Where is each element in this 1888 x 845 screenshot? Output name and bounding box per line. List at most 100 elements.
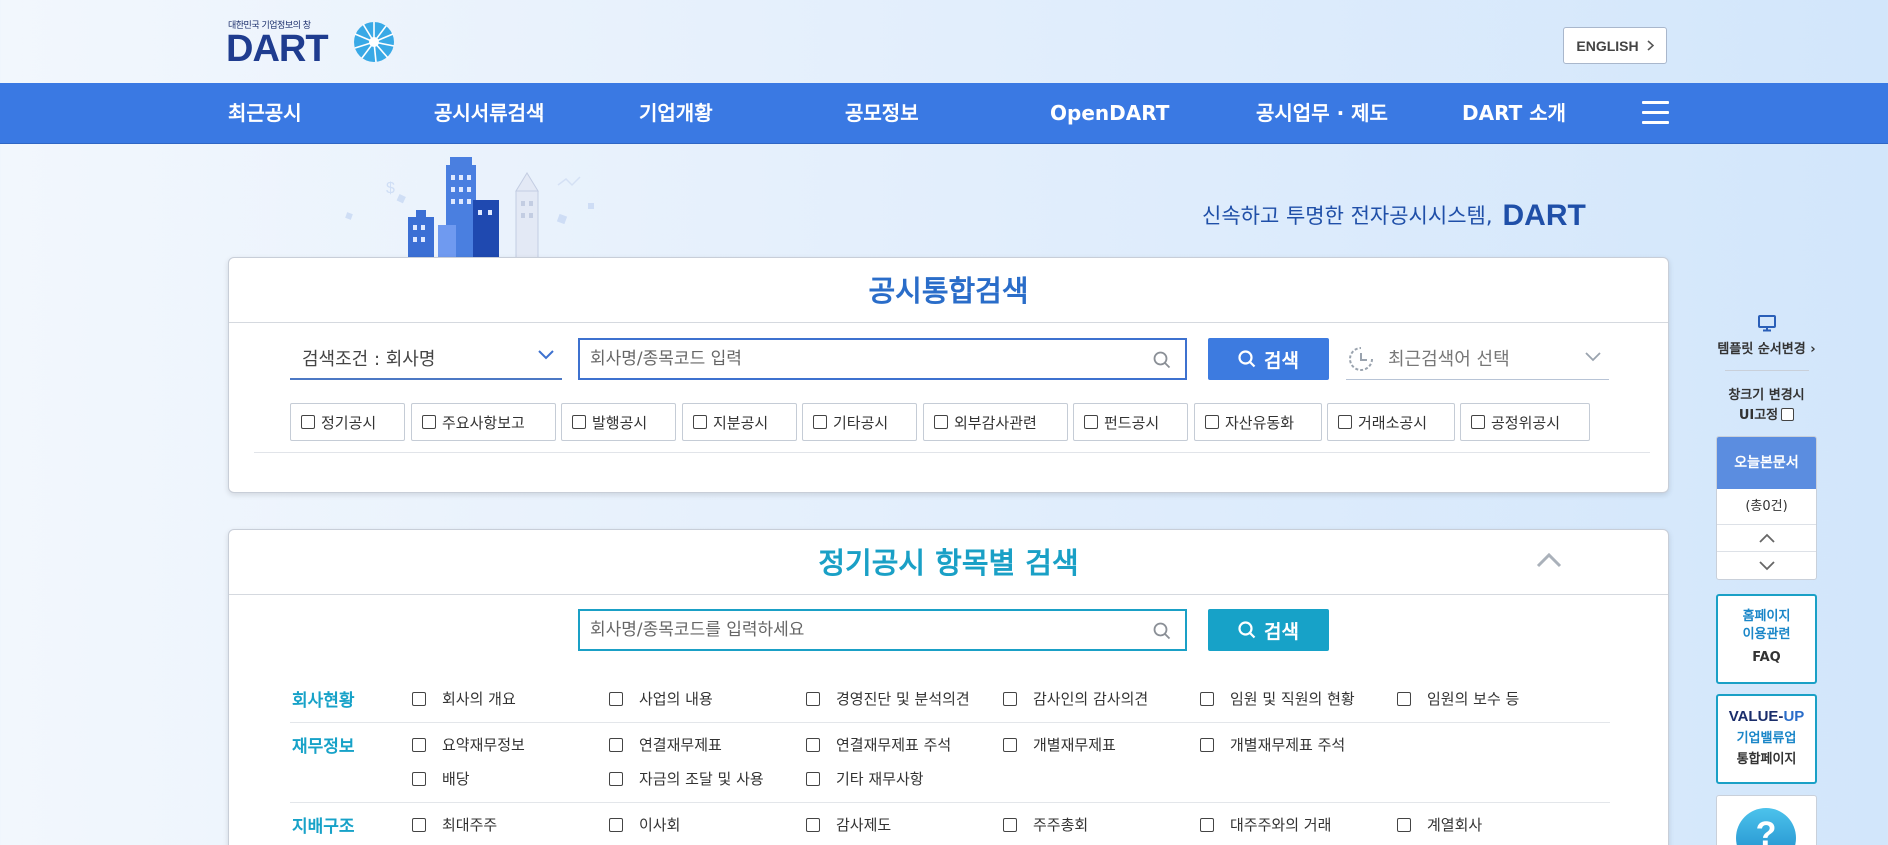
checkbox[interactable]	[1205, 415, 1219, 429]
category-company-status: 회사현황	[292, 691, 355, 711]
english-button[interactable]: ENGLISH	[1563, 27, 1667, 64]
nav-item-opendart[interactable]: OpenDART	[1050, 83, 1169, 144]
filter-external-audit[interactable]: 외부감사관련	[923, 403, 1068, 441]
item-shareholders-meeting[interactable]: 주주총회	[1003, 814, 1088, 835]
checkbox[interactable]	[609, 817, 623, 832]
checkbox[interactable]	[412, 691, 426, 706]
recent-search-select[interactable]: 최근검색어 선택	[1346, 336, 1609, 380]
item-officer-compensation[interactable]: 임원의 보수 등	[1397, 688, 1519, 709]
item-other-financial[interactable]: 기타 재무사항	[806, 768, 924, 789]
item-board[interactable]: 이사회	[609, 814, 680, 835]
filter-exchange[interactable]: 거래소공시	[1327, 403, 1455, 441]
item-largest-shareholder[interactable]: 최대주주	[412, 814, 497, 835]
scroll-down-button[interactable]	[1717, 552, 1816, 579]
checkbox[interactable]	[609, 771, 623, 786]
checkbox[interactable]	[1471, 415, 1485, 429]
help-icon[interactable]: ?	[1736, 808, 1796, 845]
ui-fix-label-line2: UI고정	[1738, 408, 1779, 423]
nav-item-disclosure-system[interactable]: 공시업무 · 제도	[1256, 83, 1388, 144]
item-management-analysis[interactable]: 경영진단 및 분석의견	[806, 688, 970, 709]
filter-issuance[interactable]: 발행공시	[561, 403, 676, 441]
periodic-search-button[interactable]: 검색	[1208, 609, 1329, 651]
today-viewed-docs: 오늘본문서 (총0건)	[1716, 436, 1817, 580]
hamburger-menu-icon[interactable]	[1642, 101, 1669, 125]
checkbox[interactable]	[572, 415, 586, 429]
ui-fix-toggle: 창크기 변경시 UI고정	[1716, 386, 1817, 426]
checkbox[interactable]	[806, 817, 820, 832]
faq-line1: 홈페이지	[1742, 609, 1791, 624]
item-audit-system[interactable]: 감사제도	[806, 814, 891, 835]
item-separate-fs[interactable]: 개별재무제표	[1003, 734, 1116, 755]
checkbox[interactable]	[934, 415, 948, 429]
checkbox[interactable]	[412, 771, 426, 786]
filter-fund[interactable]: 펀드공시	[1073, 403, 1188, 441]
checkbox[interactable]	[1200, 817, 1214, 832]
template-order-button[interactable]: 템플릿 순서변경 ›	[1716, 314, 1817, 357]
nav-item-recent-disclosure[interactable]: 최근공시	[228, 83, 302, 144]
nav-item-about-dart[interactable]: DART 소개	[1462, 83, 1566, 144]
checkbox[interactable]	[412, 737, 426, 752]
checkbox[interactable]	[609, 737, 623, 752]
search-condition-select[interactable]: 검색조건 : 회사명	[290, 336, 562, 380]
checkbox[interactable]	[1003, 691, 1017, 706]
chevron-up-icon	[1758, 533, 1775, 543]
checkbox[interactable]	[609, 691, 623, 706]
nav-item-document-search[interactable]: 공시서류검색	[434, 83, 544, 144]
filter-ftc[interactable]: 공정위공시	[1460, 403, 1590, 441]
checkbox[interactable]	[301, 415, 315, 429]
checkbox[interactable]	[693, 415, 707, 429]
checkbox[interactable]	[813, 415, 827, 429]
search-button[interactable]: 검색	[1208, 338, 1329, 380]
item-major-shareholder-transactions[interactable]: 대주주와의 거래	[1200, 814, 1331, 835]
filter-securitization[interactable]: 자산유동화	[1194, 403, 1322, 441]
item-affiliates[interactable]: 계열회사	[1397, 814, 1482, 835]
filter-periodic[interactable]: 정기공시	[290, 403, 405, 441]
ui-fix-label-line1: 창크기 변경시	[1728, 388, 1805, 403]
scroll-up-button[interactable]	[1717, 525, 1816, 552]
checkbox[interactable]	[1200, 691, 1214, 706]
item-consolidated-fs-notes[interactable]: 연결재무제표 주석	[806, 734, 951, 755]
english-button-label: ENGLISH	[1576, 37, 1639, 54]
logo-wordmark: DART	[226, 28, 329, 70]
periodic-item-search-panel: 정기공시 항목별 검색 검색 회사현황 회사의 개요 사업의 내용 경영진단 및…	[228, 529, 1669, 845]
faq-link[interactable]: 홈페이지 이용관련 FAQ	[1716, 594, 1817, 684]
periodic-search-input[interactable]	[590, 618, 1130, 642]
checkbox[interactable]	[1397, 817, 1411, 832]
checkbox[interactable]	[1003, 817, 1017, 832]
periodic-search-title: 정기공시 항목별 검색	[229, 530, 1668, 595]
checkbox[interactable]	[1084, 415, 1098, 429]
checkbox[interactable]	[806, 771, 820, 786]
item-separate-fs-notes[interactable]: 개별재무제표 주석	[1200, 734, 1345, 755]
checkbox[interactable]	[422, 415, 436, 429]
chevron-up-icon[interactable]	[1535, 550, 1563, 570]
checkbox[interactable]	[806, 737, 820, 752]
item-business-content[interactable]: 사업의 내용	[609, 688, 713, 709]
logo-burst-icon	[354, 22, 395, 63]
checkbox[interactable]	[1397, 691, 1411, 706]
item-company-overview[interactable]: 회사의 개요	[412, 688, 516, 709]
filter-other[interactable]: 기타공시	[802, 403, 917, 441]
checkbox[interactable]	[412, 817, 426, 832]
nav-item-public-offering[interactable]: 공모정보	[845, 83, 919, 144]
search-icon[interactable]	[1153, 351, 1171, 369]
checkbox[interactable]	[1003, 737, 1017, 752]
item-summary-financials[interactable]: 요약재무정보	[412, 734, 525, 755]
nav-item-company-overview[interactable]: 기업개황	[639, 83, 713, 144]
item-dividends[interactable]: 배당	[412, 768, 470, 789]
filter-equity[interactable]: 지분공시	[682, 403, 797, 441]
checkbox[interactable]	[1200, 737, 1214, 752]
item-officers-employees[interactable]: 임원 및 직원의 현황	[1200, 688, 1355, 709]
item-consolidated-fs[interactable]: 연결재무제표	[609, 734, 722, 755]
company-search-input[interactable]	[590, 347, 1130, 371]
ui-fix-checkbox[interactable]	[1781, 408, 1795, 421]
checkbox[interactable]	[806, 691, 820, 706]
checkbox[interactable]	[1338, 415, 1352, 429]
monitor-icon	[1757, 315, 1776, 332]
filter-major-report[interactable]: 주요사항보고	[411, 403, 556, 441]
recent-search-label: 최근검색어 선택	[1388, 349, 1510, 370]
search-icon[interactable]	[1153, 622, 1171, 640]
item-auditor-opinion[interactable]: 감사인의 감사의견	[1003, 688, 1148, 709]
dart-logo[interactable]: 대한민국 기업정보의 창 DART	[226, 18, 398, 70]
value-up-link[interactable]: VALUE-UP 기업밸류업 통합페이지	[1716, 694, 1817, 784]
item-funding-usage[interactable]: 자금의 조달 및 사용	[609, 768, 764, 789]
